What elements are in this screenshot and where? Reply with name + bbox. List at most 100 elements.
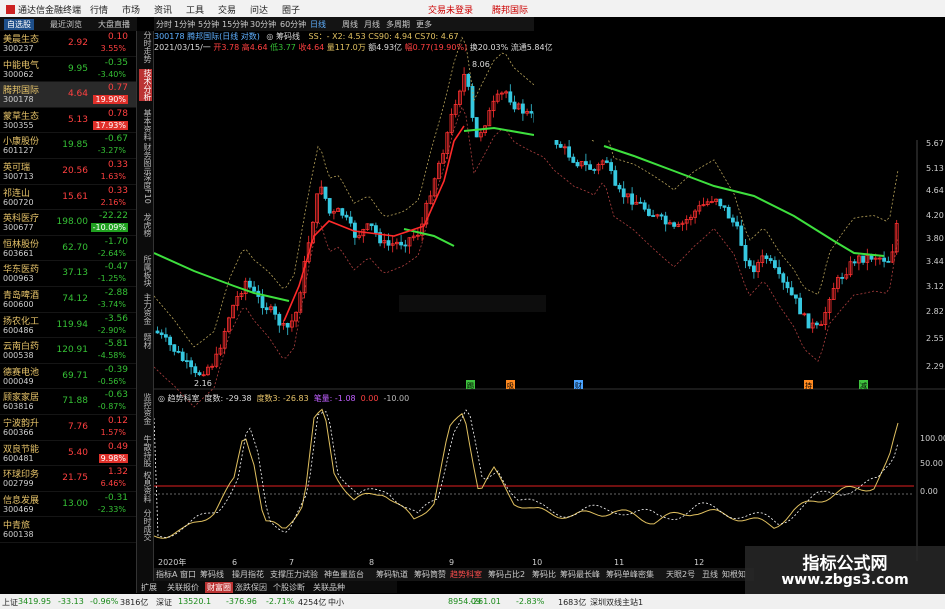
- extra-tab[interactable]: 扩展: [141, 582, 157, 593]
- vtab-lower[interactable]: 牛散持股: [139, 435, 152, 467]
- status-item: -0.96%: [90, 597, 119, 606]
- indicator-tab[interactable]: 知根知: [722, 569, 746, 580]
- menu-trade[interactable]: 交易: [218, 3, 236, 16]
- period-tab[interactable]: 5分钟: [198, 19, 219, 30]
- stock-pct: -0.87%: [97, 402, 126, 412]
- indicator-tab[interactable]: 支撑压力试验: [270, 569, 318, 580]
- vtab-lower[interactable]: 权息资料: [139, 471, 152, 503]
- period-tab[interactable]: 1分钟: [174, 19, 195, 30]
- vtab[interactable]: 深度F10: [139, 173, 152, 204]
- status-item: -376.96: [226, 597, 257, 606]
- indicator-tabs: 指标A 窗口 筹码线 操月指花 支撑压力试验 神鱼量监台 筹码轨道 筹码筒赞 趋势科室 筹码占比2…: [154, 568, 754, 581]
- stock-row[interactable]: 祁连山 600720 15.61 0.33 2.16%: [0, 185, 136, 211]
- vtab-lower[interactable]: 分时成交: [139, 509, 152, 541]
- vtab[interactable]: 分时走势: [139, 31, 152, 63]
- indicator-tab[interactable]: 窗口: [180, 569, 196, 580]
- tab-recent[interactable]: 最近浏览: [50, 19, 82, 30]
- stock-row[interactable]: 中能电气 300062 9.95 -0.35 -3.40%: [0, 57, 136, 83]
- indicator-tab[interactable]: 筹码线: [200, 569, 224, 580]
- period-tab[interactable]: 周线: [342, 19, 358, 30]
- status-item: 深圳双线主站1: [590, 598, 644, 607]
- signal-label: 吸: [507, 382, 514, 390]
- candle-body: [764, 255, 769, 259]
- indicator-tab[interactable]: 筹码单峰密集: [606, 569, 654, 580]
- stock-row[interactable]: 信息发展 300469 13.00 -0.31 -2.33%: [0, 492, 136, 518]
- stock-row[interactable]: 英可瑞 300713 20.56 0.33 1.63%: [0, 159, 136, 185]
- extra-tab[interactable]: 关联品种: [313, 582, 345, 593]
- indicator-tab[interactable]: 操月指花: [232, 569, 264, 580]
- stock-code: 600138: [3, 530, 34, 540]
- vtab[interactable]: 基本资料: [139, 109, 152, 141]
- tab-live[interactable]: 大盘直播: [98, 19, 130, 30]
- vtab-lower[interactable]: 监控资金: [139, 393, 152, 425]
- indicator-tab[interactable]: 筹码占比2: [488, 569, 525, 580]
- stock-row[interactable]: 中青旅 600138: [0, 517, 136, 543]
- indicator-tab[interactable]: 筹码筒赞: [414, 569, 446, 580]
- menu-tools[interactable]: 工具: [186, 3, 204, 16]
- menu-news[interactable]: 资讯: [154, 3, 172, 16]
- tab-watchlist[interactable]: 自选股: [4, 19, 34, 30]
- trade-login-link[interactable]: 交易未登录: [428, 3, 473, 16]
- indicator-tab[interactable]: 神鱼量监台: [324, 569, 364, 580]
- period-tab[interactable]: 60分钟: [280, 19, 306, 30]
- vtab[interactable]: 龙虎榜: [139, 213, 152, 237]
- stock-row[interactable]: 美晨生态 300237 2.92 0.10 3.55%: [0, 31, 136, 57]
- candle-body: [470, 86, 475, 118]
- vtab[interactable]: 主力资金: [139, 293, 152, 325]
- extra-tab[interactable]: 财富圈: [205, 582, 233, 593]
- indicator-tab[interactable]: 筹码轨道: [376, 569, 408, 580]
- indicator-tab[interactable]: 指标A: [156, 569, 177, 580]
- stock-row[interactable]: 双良节能 600481 5.40 0.49 9.98%: [0, 441, 136, 467]
- stock-row[interactable]: 小康股份 601127 19.85 -0.67 -3.27%: [0, 133, 136, 159]
- osc-info: ◎ 趋势科室 度数: -29.38 度数3: -26.83 笔量: -1.08 0.00…: [158, 393, 409, 403]
- indicator-tab[interactable]: 天眼2号: [666, 569, 695, 580]
- candle-body: [861, 255, 865, 263]
- menu-wenda[interactable]: 问达: [250, 3, 268, 16]
- period-tab[interactable]: 日线: [310, 19, 326, 30]
- stock-row[interactable]: 腾邦国际 300178 4.64 0.77 19.90%: [0, 82, 136, 108]
- stock-row[interactable]: 环球印务 002799 21.75 1.32 6.46%: [0, 466, 136, 492]
- stock-row[interactable]: 华东医药 000963 37.13 -0.47 -1.25%: [0, 261, 136, 287]
- candle-body: [768, 258, 773, 261]
- extra-tab[interactable]: 涨跌保因: [235, 582, 267, 593]
- extra-tab[interactable]: 关联报价: [167, 582, 199, 593]
- price-tick: 5.67: [926, 139, 944, 148]
- period-tab[interactable]: 30分钟: [250, 19, 276, 30]
- indicator-tab[interactable]: 筹码最长峰: [560, 569, 600, 580]
- stock-row[interactable]: 德赛电池 000049 69.71 -0.39 -0.56%: [0, 364, 136, 390]
- indicator-tab[interactable]: 丑线: [702, 569, 718, 580]
- period-tab[interactable]: 更多: [416, 19, 432, 30]
- extra-tab[interactable]: 个股诊断: [273, 582, 305, 593]
- vtab[interactable]: 财务图示: [139, 143, 152, 175]
- menu-circle[interactable]: 圈子: [282, 3, 300, 16]
- vtab[interactable]: 所属板块: [139, 255, 152, 287]
- stock-row[interactable]: 青岛啤酒 600600 74.12 -2.88 -3.74%: [0, 287, 136, 313]
- price-tick: 2.55: [926, 334, 944, 343]
- stock-row[interactable]: 恒林股份 603661 62.70 -1.70 -2.64%: [0, 236, 136, 262]
- stock-code: 600720: [3, 197, 34, 207]
- indicator-name[interactable]: ◎ 筹码线: [266, 32, 300, 41]
- menu-market[interactable]: 市场: [122, 3, 140, 16]
- indicator-tab[interactable]: 趋势科室: [450, 569, 482, 580]
- status-item: 深证: [156, 598, 172, 607]
- stock-row[interactable]: 扬农化工 600486 119.94 -3.56 -2.90%: [0, 313, 136, 339]
- menu-hq[interactable]: 行情: [90, 3, 108, 16]
- stock-row[interactable]: 云南白药 000538 120.91 -5.81 -4.58%: [0, 338, 136, 364]
- period-tab[interactable]: 分时: [156, 19, 172, 30]
- stock-code: 300355: [3, 120, 34, 130]
- stock-row[interactable]: 英科医疗 300677 198.00 -22.22 -10.09%: [0, 210, 136, 236]
- period-tab[interactable]: 15分钟: [222, 19, 248, 30]
- stock-change: 0.33: [107, 185, 128, 196]
- period-tab[interactable]: 月线: [364, 19, 380, 30]
- indicator-tab[interactable]: 筹码比: [532, 569, 556, 580]
- period-tab[interactable]: 多周期: [386, 19, 410, 30]
- current-stock-link[interactable]: 腾邦国际: [492, 3, 528, 16]
- stock-row[interactable]: 宁波韵升 600366 7.76 0.12 1.57%: [0, 415, 136, 441]
- candle-body: [508, 91, 513, 103]
- stock-pct: -4.58%: [97, 351, 126, 361]
- vtab[interactable]: 题材: [139, 333, 152, 349]
- stock-row[interactable]: 蒙草生态 300355 5.13 0.78 17.93%: [0, 108, 136, 134]
- stock-row[interactable]: 顾家家居 603816 71.88 -0.63 -0.87%: [0, 389, 136, 415]
- stock-change: -5.81: [104, 339, 128, 350]
- vtab[interactable]: 技术分析: [139, 69, 152, 101]
